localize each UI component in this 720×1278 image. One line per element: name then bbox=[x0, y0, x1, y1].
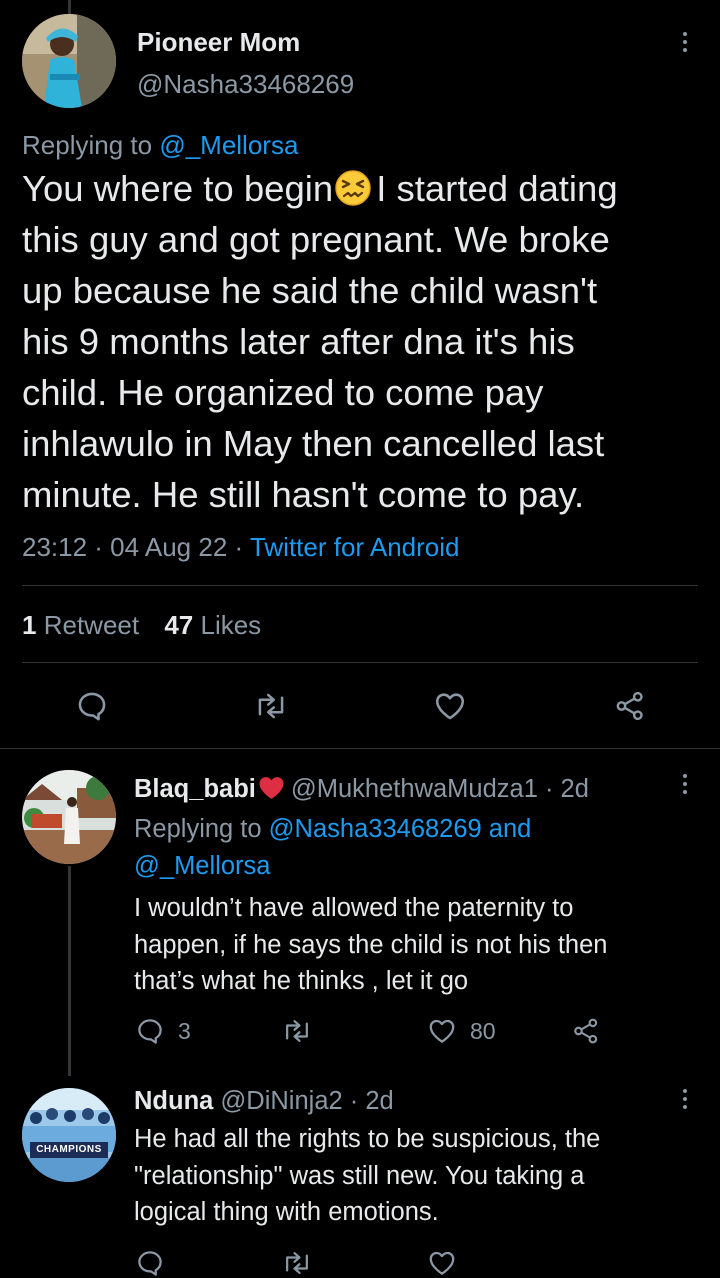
retweet-stat[interactable]: 1 Retweet bbox=[22, 610, 139, 640]
avatar-banner-text: CHAMPIONS bbox=[36, 1144, 102, 1155]
reply-text: He had all the rights to be suspicious, … bbox=[134, 1121, 600, 1231]
avatar[interactable] bbox=[22, 770, 116, 864]
reply-icon[interactable] bbox=[75, 689, 109, 723]
reply-text-line: He had all the rights to be suspicious, … bbox=[134, 1125, 601, 1153]
reply-text: I wouldn’t have allowed the paternity to… bbox=[134, 890, 607, 1000]
like-icon[interactable] bbox=[426, 1248, 458, 1278]
tweet-source-link[interactable]: Twitter for Android bbox=[250, 532, 460, 562]
reply-icon[interactable] bbox=[134, 1016, 166, 1046]
tweet-text: You where to begin I started dating this… bbox=[22, 163, 712, 520]
engagement-stats: 1 Retweet 47 Likes bbox=[22, 610, 261, 641]
divider bbox=[0, 748, 720, 749]
tweet-timestamp[interactable]: 23:12 · 04 Aug 22 · bbox=[22, 532, 243, 562]
retweet-icon[interactable] bbox=[281, 1248, 313, 1278]
thread-line-reply bbox=[68, 866, 71, 1076]
like-icon[interactable] bbox=[432, 689, 468, 723]
reply-text-line: happen, if he says the child is not his … bbox=[134, 930, 608, 959]
reply-text-line: that’s what he thinks , let it go bbox=[134, 967, 469, 995]
more-options-icon[interactable] bbox=[682, 32, 688, 56]
replying-to-link[interactable]: @Nasha33468269 and bbox=[269, 815, 532, 843]
tweet-meta: 23:12 · 04 Aug 22 · Twitter for Android bbox=[22, 532, 459, 563]
reply-count: 3 bbox=[178, 1018, 191, 1044]
like-icon[interactable] bbox=[426, 1016, 458, 1046]
share-icon[interactable] bbox=[570, 1016, 602, 1046]
reply-icon[interactable] bbox=[134, 1248, 166, 1278]
tweet-text-line: child. He organized to come pay bbox=[22, 372, 544, 413]
replying-to-link[interactable]: @_Mellorsa bbox=[159, 130, 298, 160]
replying-to-prefix: Replying to bbox=[134, 815, 262, 843]
reply-display-name[interactable]: Blaq_babi bbox=[134, 775, 256, 803]
reply-header: Blaq_babi @MukhethwaMudza1 · 2d bbox=[134, 775, 589, 804]
tweet-text-line: You where to begin I started dating bbox=[22, 168, 618, 209]
tweet-text-line: minute. He still hasn't come to pay. bbox=[22, 474, 585, 515]
reply-header: Nduna @DiNinja2 · 2d bbox=[134, 1087, 394, 1116]
reply-text-line: I wouldn’t have allowed the paternity to bbox=[134, 894, 574, 922]
handle[interactable]: @Nasha33468269 bbox=[137, 69, 354, 100]
reply-text-line: logical thing with emotions. bbox=[134, 1198, 439, 1226]
reply-display-name[interactable]: Nduna bbox=[134, 1087, 213, 1115]
reply-text-line: "relationship" was still new. You taking… bbox=[134, 1161, 585, 1190]
replying-to: Replying to @Nasha33468269 and @_Mellors… bbox=[134, 811, 531, 884]
tweet-text-line: this guy and got pregnant. We broke bbox=[22, 219, 610, 260]
likes-stat[interactable]: 47 Likes bbox=[164, 610, 261, 640]
tweet-text-line: inhlawulo in May then cancelled last bbox=[22, 423, 605, 464]
more-options-icon[interactable] bbox=[682, 1089, 688, 1113]
avatar[interactable]: CHAMPIONS bbox=[22, 1088, 116, 1182]
confounded-face-emoji bbox=[334, 169, 372, 207]
share-icon[interactable] bbox=[612, 689, 648, 723]
like-count: 80 bbox=[470, 1018, 496, 1044]
tweet-text-line: his 9 months later after dna it's his bbox=[22, 321, 575, 362]
reply-handle-time[interactable]: @DiNinja2 · 2d bbox=[220, 1087, 393, 1115]
thread-line-top bbox=[68, 0, 71, 14]
replying-to-link[interactable]: @_Mellorsa bbox=[134, 852, 270, 880]
replying-to: Replying to @_Mellorsa bbox=[22, 130, 298, 161]
red-heart-emoji bbox=[258, 776, 285, 800]
avatar[interactable] bbox=[22, 14, 116, 108]
tweet-text-line: up because he said the child wasn't bbox=[22, 270, 598, 311]
more-options-icon[interactable] bbox=[682, 774, 688, 798]
reply-handle-time[interactable]: @MukhethwaMudza1 · 2d bbox=[291, 775, 589, 803]
retweet-icon[interactable] bbox=[281, 1016, 313, 1046]
retweet-icon[interactable] bbox=[253, 689, 289, 723]
divider bbox=[22, 585, 698, 586]
replying-to-prefix: Replying to bbox=[22, 130, 153, 160]
divider bbox=[22, 662, 698, 663]
display-name[interactable]: Pioneer Mom bbox=[137, 27, 300, 58]
